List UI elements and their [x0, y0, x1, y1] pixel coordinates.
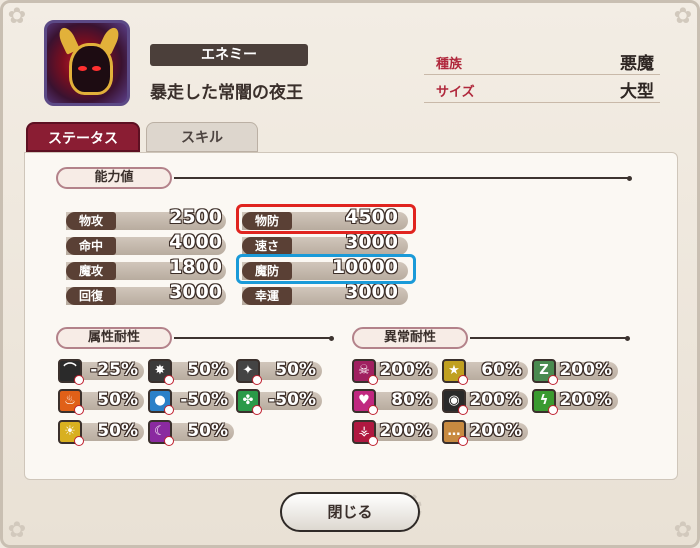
resist-value: 60%: [481, 360, 522, 380]
divider: [470, 337, 628, 339]
resist-value: 200%: [559, 360, 612, 380]
enemy-portrait: [44, 20, 130, 106]
divider-end: [329, 336, 334, 341]
stat-label: 速さ: [242, 237, 292, 255]
resist-value: 50%: [187, 421, 228, 441]
resist-value: 200%: [469, 390, 522, 410]
tab-skill[interactable]: スキル: [146, 122, 258, 152]
resist-value: 50%: [275, 360, 316, 380]
resist-value: -50%: [180, 390, 228, 410]
stat-label: 物攻: [66, 212, 116, 230]
resist-value: -25%: [90, 360, 138, 380]
mask-icon: [69, 43, 113, 95]
info-row-size: サイズ 大型: [424, 76, 660, 103]
corner-ornament-icon: ✿: [7, 518, 27, 543]
resist-value: 200%: [469, 421, 522, 441]
divider: [174, 337, 332, 339]
stat-value: 3000: [345, 231, 398, 253]
stat-value: 1800: [169, 256, 222, 278]
close-button[interactable]: 閉じる: [280, 492, 420, 532]
section-header-ailment-resist: 異常耐性: [352, 327, 468, 349]
eye-icon: [78, 66, 87, 71]
resist-value: 80%: [391, 390, 432, 410]
stat-value: 3000: [169, 281, 222, 303]
resist-value: -50%: [268, 390, 316, 410]
highlight-box-physical-defense: [236, 204, 416, 234]
stat-label: 幸運: [242, 287, 292, 305]
tab-status[interactable]: ステータス: [26, 122, 140, 152]
resist-value: 50%: [187, 360, 228, 380]
info-value: 悪魔: [620, 54, 654, 74]
corner-ornament-icon: ✿: [673, 4, 693, 29]
highlight-box-magic-defense: [236, 254, 416, 284]
resist-value: 50%: [97, 390, 138, 410]
stat-label: 回復: [66, 287, 116, 305]
enemy-name: 暴走した常闇の夜王: [150, 83, 303, 103]
section-header-stats: 能力値: [56, 167, 172, 189]
info-label: 種族: [436, 57, 463, 72]
corner-ornament-icon: ✿: [673, 518, 693, 543]
stat-label: 魔攻: [66, 262, 116, 280]
stat-value: 4000: [169, 231, 222, 253]
resist-value: 50%: [97, 421, 138, 441]
resist-value: 200%: [379, 360, 432, 380]
divider: [174, 177, 630, 179]
resist-value: 200%: [559, 390, 612, 410]
stat-label: 命中: [66, 237, 116, 255]
divider-end: [627, 176, 632, 181]
stat-value: 2500: [169, 206, 222, 228]
info-row-race: 種族 悪魔: [424, 48, 660, 75]
corner-ornament-icon: ✿: [7, 4, 27, 29]
enemy-type-label: エネミー: [150, 44, 308, 66]
stat-value: 3000: [345, 281, 398, 303]
eye-icon: [92, 66, 101, 71]
section-header-attribute-resist: 属性耐性: [56, 327, 172, 349]
resist-value: 200%: [379, 421, 432, 441]
info-value: 大型: [620, 82, 654, 102]
info-label: サイズ: [436, 85, 475, 100]
divider-end: [625, 336, 630, 341]
